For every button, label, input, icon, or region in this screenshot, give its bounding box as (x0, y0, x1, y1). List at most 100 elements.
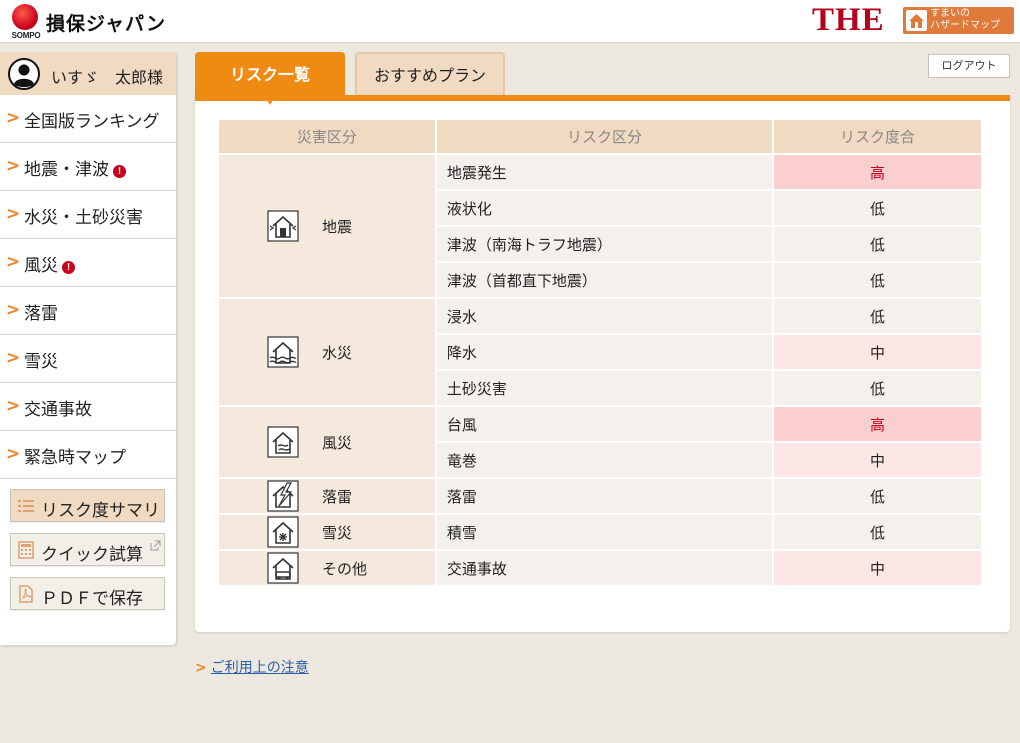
sidebar: いすゞ 太郎様 > 全国版ランキング > 地震・津波! > 水災・土砂災害 > 風災! > 落雷 >… (0, 52, 176, 645)
category-label: その他 (322, 560, 368, 578)
chevron-right-icon: > (6, 204, 21, 224)
risk-summary-button[interactable]: リスク度サマリ (10, 489, 165, 522)
disaster-category-cell: 風災 (219, 407, 435, 477)
pdf-icon (19, 585, 33, 603)
sidebar-item-label: 風災! (24, 251, 75, 276)
chevron-right-icon: > (6, 396, 21, 416)
risk-type-cell: 竜巻 (436, 443, 773, 477)
category-inner: 水災 (219, 299, 435, 405)
hazard-map-badge: すまいの ハザードマップ (903, 7, 1014, 34)
table-row: 雪災 積雪低 (219, 515, 981, 549)
app-header: SOMPO 損保ジャパン THE すまいの ハザードマップ (0, 0, 1020, 43)
category-inner: 雪災 (219, 515, 435, 549)
risk-panel: 災害区分 リスク区分 リスク度合 地震 地震発生高液状化低津波（南海トラフ地震）低… (195, 95, 1010, 632)
risk-type-cell: 土砂災害 (436, 371, 773, 405)
category-label: 落雷 (322, 488, 353, 506)
brand-name: 損保ジャパン (46, 13, 167, 35)
the-logo: THE (812, 2, 885, 38)
sidebar-item-flood-landslide[interactable]: > 水災・土砂災害 (0, 191, 176, 239)
sidebar-item-emergency-map[interactable]: > 緊急時マップ (0, 431, 176, 479)
risk-level-cell: 中 (774, 335, 981, 369)
sidebar-item-label: 全国版ランキング (24, 107, 160, 132)
sidebar-item-earthquake-tsunami[interactable]: > 地震・津波! (0, 143, 176, 191)
table-row: 水災 浸水低 (219, 299, 981, 405)
category-label: 風災 (322, 434, 353, 452)
user-name: いすゞ 太郎様 (51, 68, 164, 87)
sidebar-item-text: 交通事故 (24, 400, 92, 420)
sidebar-item-wind[interactable]: > 風災! (0, 239, 176, 287)
sidebar-item-text: 雪災 (24, 352, 58, 372)
chevron-right-icon: > (195, 660, 207, 676)
hazard-badge-text: すまいの ハザードマップ (930, 8, 1000, 31)
category-inner: その他 (219, 551, 435, 585)
risk-type-cell: 台風 (436, 407, 773, 441)
risk-level-cell: 低 (774, 479, 981, 513)
chevron-right-icon: > (6, 108, 21, 128)
table-row: 地震 地震発生高 (219, 155, 981, 297)
sidebar-item-lightning[interactable]: > 落雷 (0, 287, 176, 335)
sidebar-item-traffic-accident[interactable]: > 交通事故 (0, 383, 176, 431)
wind-house-icon (267, 426, 299, 458)
risk-level-cell: 低 (774, 371, 981, 405)
disaster-category-cell: 水災 (219, 299, 435, 405)
category-inner: 地震 (219, 155, 435, 297)
risk-level-cell: 高 (774, 155, 981, 189)
tab-recommended-plan[interactable]: おすすめプラン (355, 52, 505, 97)
earthquake-house-icon (267, 210, 299, 242)
sompo-logo[interactable]: SOMPO (6, 4, 46, 42)
sidebar-item-text: 緊急時マップ (24, 448, 126, 468)
risk-level-cell: 低 (774, 191, 981, 225)
user-row: いすゞ 太郎様 (0, 52, 176, 95)
risk-level-cell: 低 (774, 263, 981, 297)
sidebar-item-text: 風災 (24, 256, 58, 276)
sidebar-item-text: 落雷 (24, 304, 58, 324)
category-inner: 落雷 (219, 479, 435, 513)
tab-pointer (265, 97, 275, 105)
col-header-risk: リスク区分 (436, 120, 773, 153)
risk-type-cell: 交通事故 (436, 551, 773, 585)
risk-level-cell: 低 (774, 227, 981, 261)
chevron-right-icon: > (6, 252, 21, 272)
alert-icon: ! (62, 261, 75, 274)
sidebar-item-ranking[interactable]: > 全国版ランキング (0, 95, 176, 143)
sidebar-item-label: 雪災 (24, 347, 58, 372)
risk-type-cell: 積雪 (436, 515, 773, 549)
quick-estimate-label: クイック試算 (41, 545, 143, 565)
save-pdf-button[interactable]: ＰＤＦで保存 (10, 577, 165, 610)
table-header-row: 災害区分 リスク区分 リスク度合 (219, 120, 981, 153)
chevron-right-icon: > (6, 348, 21, 368)
external-link-icon (150, 540, 161, 551)
flood-house-icon (267, 336, 299, 368)
category-inner: 風災 (219, 407, 435, 477)
risk-type-cell: 液状化 (436, 191, 773, 225)
alert-icon: ! (113, 165, 126, 178)
risk-level-cell: 低 (774, 515, 981, 549)
chevron-right-icon: > (6, 300, 21, 320)
risk-level-cell: 低 (774, 299, 981, 333)
category-label: 地震 (322, 218, 353, 236)
sidebar-item-label: 水災・土砂災害 (24, 203, 143, 228)
user-avatar-icon (8, 58, 40, 90)
col-header-disaster: 災害区分 (219, 120, 435, 153)
chevron-right-icon: > (6, 444, 21, 464)
risk-table: 災害区分 リスク区分 リスク度合 地震 地震発生高液状化低津波（南海トラフ地震）低… (217, 118, 983, 587)
sidebar-item-label: 地震・津波! (24, 155, 126, 180)
category-label: 雪災 (322, 524, 353, 542)
table-row: その他 交通事故中 (219, 551, 981, 585)
col-header-level: リスク度合 (774, 120, 981, 153)
chevron-right-icon: > (6, 156, 21, 176)
usage-notice-link[interactable]: > ご利用上の注意 (195, 657, 309, 677)
sidebar-item-text: 水災・土砂災害 (24, 208, 143, 228)
sidebar-item-snow[interactable]: > 雪災 (0, 335, 176, 383)
table-row: 風災 台風高 (219, 407, 981, 477)
risk-summary-label: リスク度サマリ (41, 501, 160, 521)
list-icon (18, 500, 34, 512)
logout-button[interactable]: ログアウト (928, 54, 1010, 78)
risk-type-cell: 浸水 (436, 299, 773, 333)
sidebar-item-text: 地震・津波 (24, 160, 109, 180)
quick-estimate-button[interactable]: クイック試算 (10, 533, 165, 566)
risk-level-cell: 中 (774, 443, 981, 477)
risk-level-cell: 高 (774, 407, 981, 441)
disaster-category-cell: 雪災 (219, 515, 435, 549)
tab-risk-list[interactable]: リスク一覧 (195, 52, 345, 97)
